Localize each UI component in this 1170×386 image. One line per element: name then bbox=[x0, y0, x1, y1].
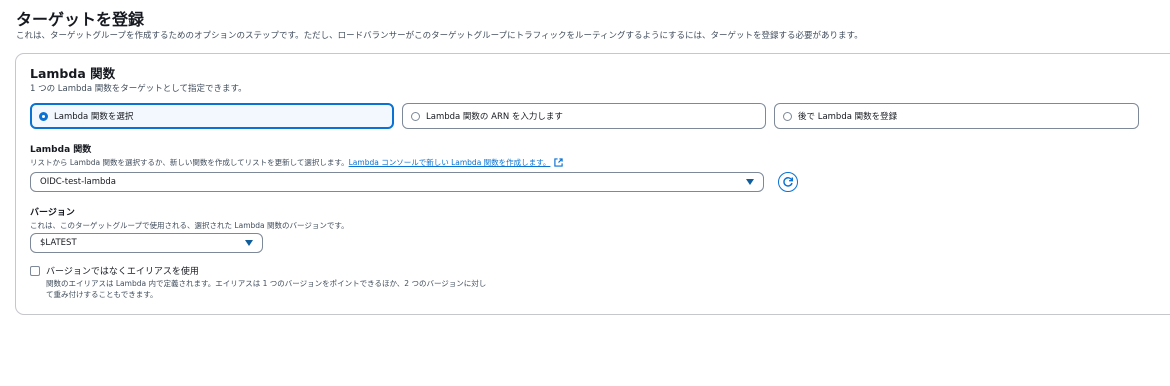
use-alias-description: 関数のエイリアスは Lambda 内で定義されます。エイリアスは 1 つのバージ… bbox=[46, 278, 521, 300]
function-field-description: リストから Lambda 関数を選択するか、新しい関数を作成してリストを更新して… bbox=[30, 157, 564, 169]
page-title: ターゲットを登録 bbox=[16, 10, 145, 29]
version-field-description: これは、このターゲットグループで使用される、選択された Lambda 関数のバー… bbox=[30, 221, 349, 230]
caret-down-icon bbox=[245, 240, 253, 246]
option-label: Lambda 関数の ARN を入力します bbox=[426, 112, 563, 122]
page-description: これは、ターゲットグループを作成するためのオプションのステップです。ただし、ロー… bbox=[16, 31, 863, 41]
external-link-icon bbox=[554, 157, 564, 169]
option-label: Lambda 関数を選択 bbox=[54, 112, 134, 122]
lambda-section-description: 1 つの Lambda 関数をターゲットとして指定できます。 bbox=[30, 84, 247, 94]
version-field-label: バージョン bbox=[30, 208, 75, 218]
version-select[interactable]: $LATEST bbox=[30, 233, 263, 253]
radio-icon bbox=[411, 111, 420, 121]
use-alias-description-line1: 関数のエイリアスは Lambda 内で定義されます。エイリアスは 1 つのバージ… bbox=[46, 279, 487, 288]
function-field-label: Lambda 関数 bbox=[30, 145, 92, 155]
radio-selected-icon bbox=[39, 111, 48, 121]
lambda-function-select[interactable]: OIDC-test-lambda bbox=[30, 172, 764, 192]
refresh-button[interactable] bbox=[778, 172, 798, 192]
option-register-later[interactable]: 後で Lambda 関数を登録 bbox=[774, 103, 1139, 129]
lambda-console-link[interactable]: Lambda コンソールで新しい Lambda 関数を作成します。 bbox=[349, 158, 551, 167]
radio-icon bbox=[783, 111, 792, 121]
use-alias-description-line2: て重み付けすることもできます。 bbox=[46, 290, 158, 299]
option-label: 後で Lambda 関数を登録 bbox=[798, 112, 898, 122]
option-enter-arn[interactable]: Lambda 関数の ARN を入力します bbox=[402, 103, 766, 129]
option-select-lambda[interactable]: Lambda 関数を選択 bbox=[30, 103, 394, 129]
caret-down-icon bbox=[746, 179, 754, 185]
version-value: $LATEST bbox=[40, 238, 77, 248]
refresh-icon bbox=[783, 177, 793, 187]
lambda-function-value: OIDC-test-lambda bbox=[40, 177, 116, 187]
use-alias-checkbox[interactable] bbox=[30, 266, 40, 276]
use-alias-label: バージョンではなくエイリアスを使用 bbox=[46, 267, 199, 277]
lambda-section-title: Lambda 関数 bbox=[30, 66, 116, 81]
function-description-text: リストから Lambda 関数を選択するか、新しい関数を作成してリストを更新して… bbox=[30, 158, 349, 167]
